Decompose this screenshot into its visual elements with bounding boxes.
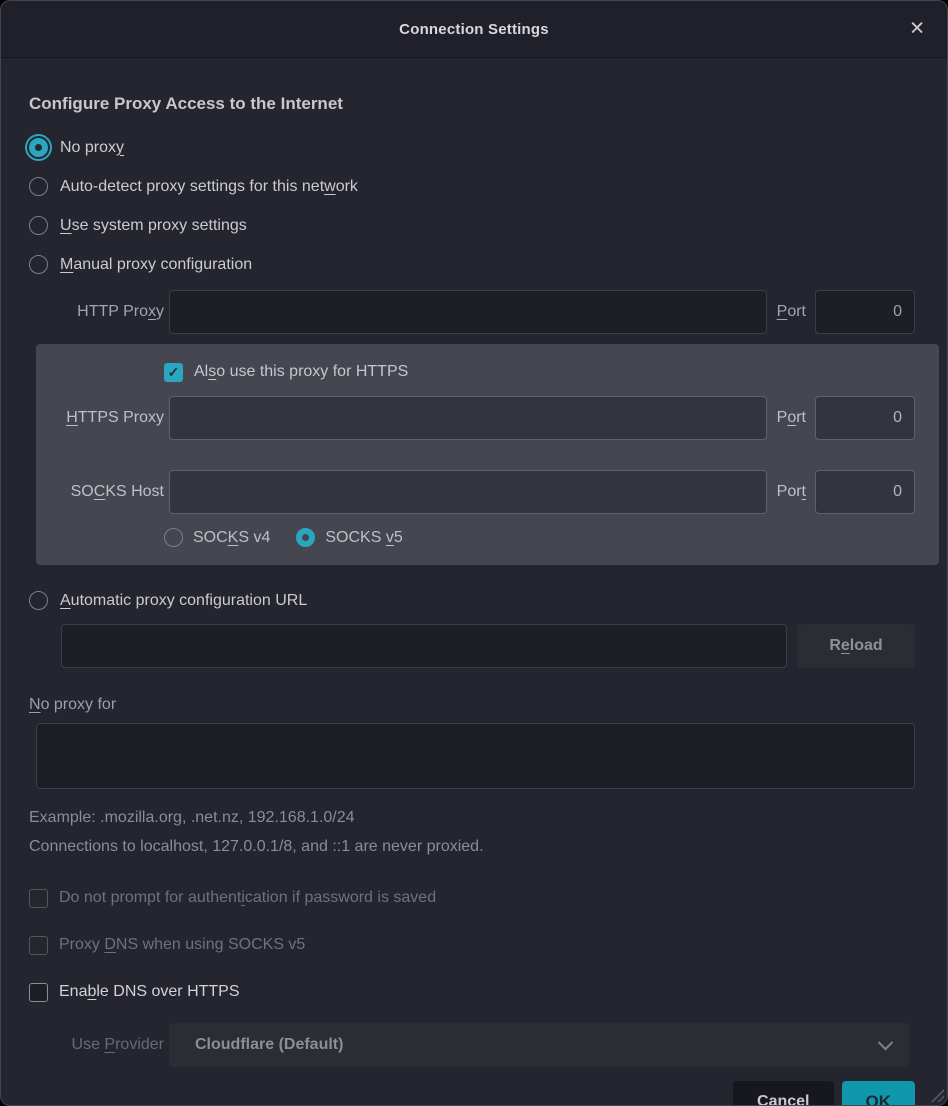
radio-system-proxy[interactable]: [29, 216, 48, 235]
dialog-button-row: Cancel OK: [29, 1081, 915, 1106]
radio-socks-v5[interactable]: [296, 528, 315, 547]
auto-config-url-input[interactable]: [61, 624, 787, 668]
https-proxy-input[interactable]: [169, 396, 767, 440]
socks-host-row: SOCKS Host Port: [36, 470, 915, 514]
socks-port-label: Port: [777, 483, 806, 501]
no-prompt-auth-label: Do not prompt for authentication if pass…: [59, 889, 436, 907]
reload-button[interactable]: Reload: [797, 624, 915, 668]
http-port-input[interactable]: [815, 290, 915, 334]
page-title: Configure Proxy Access to the Internet: [29, 94, 915, 114]
connection-settings-dialog: Connection Settings ✕ Configure Proxy Ac…: [0, 0, 948, 1106]
radio-socks-v4[interactable]: [164, 528, 183, 547]
http-proxy-input[interactable]: [169, 290, 767, 334]
close-icon[interactable]: ✕: [909, 20, 925, 39]
radio-label-socks-v5: SOCKS v5: [325, 529, 402, 547]
radio-row-socks-v4[interactable]: SOCKS v4: [164, 528, 270, 547]
http-proxy-label: HTTP Proxy: [29, 303, 164, 321]
auto-config-url-row: Reload: [61, 624, 915, 668]
radio-auto-detect[interactable]: [29, 177, 48, 196]
http-port-label: Port: [777, 303, 806, 321]
https-port-label: Port: [777, 409, 806, 427]
enable-doh-label: Enable DNS over HTTPS: [59, 983, 240, 1001]
radio-label-socks-v4: SOCKS v4: [193, 529, 270, 547]
options-checkbox-group: Do not prompt for authentication if pass…: [29, 882, 915, 1008]
radio-label-system-proxy: Use system proxy settings: [60, 217, 247, 235]
radio-no-proxy[interactable]: [29, 138, 48, 157]
no-proxy-for-textarea[interactable]: [36, 723, 915, 789]
proxy-dns-socks5-row[interactable]: Proxy DNS when using SOCKS v5: [29, 929, 915, 961]
chevron-down-icon: [878, 1034, 894, 1050]
also-https-checkbox[interactable]: ✓: [164, 363, 183, 382]
radio-row-system-proxy[interactable]: Use system proxy settings: [29, 206, 915, 245]
manual-proxy-highlight-panel: ✓ Also use this proxy for HTTPS HTTPS Pr…: [36, 344, 939, 565]
radio-row-auto-config-url[interactable]: Automatic proxy configuration URL: [29, 581, 915, 620]
proxy-dns-socks5-label: Proxy DNS when using SOCKS v5: [59, 936, 305, 954]
dns-provider-row: Use Provider Cloudflare (Default): [29, 1023, 915, 1067]
ok-button[interactable]: OK: [842, 1081, 916, 1106]
socks-version-row: SOCKS v4 SOCKS v5: [36, 528, 915, 547]
dns-provider-select[interactable]: Cloudflare (Default): [169, 1023, 909, 1067]
no-proxy-for-label: No proxy for: [29, 696, 915, 714]
socks-port-input[interactable]: [815, 470, 915, 514]
no-prompt-auth-row[interactable]: Do not prompt for authentication if pass…: [29, 882, 915, 914]
dialog-title: Connection Settings: [399, 21, 549, 38]
example-note: Example: .mozilla.org, .net.nz, 192.168.…: [29, 809, 915, 827]
dialog-titlebar: Connection Settings ✕: [1, 1, 947, 58]
also-https-label: Also use this proxy for HTTPS: [194, 363, 408, 381]
radio-row-socks-v5[interactable]: SOCKS v5: [296, 528, 402, 547]
never-proxied-note: Connections to localhost, 127.0.0.1/8, a…: [29, 838, 915, 856]
http-proxy-row: HTTP Proxy Port: [29, 290, 915, 334]
https-proxy-row: HTTPS Proxy Port: [36, 396, 915, 440]
radio-label-auto-config-url: Automatic proxy configuration URL: [60, 592, 307, 610]
radio-auto-config-url[interactable]: [29, 591, 48, 610]
radio-label-no-proxy: No proxy: [60, 139, 124, 157]
use-provider-label: Use Provider: [29, 1036, 164, 1054]
dns-provider-value: Cloudflare (Default): [195, 1036, 343, 1054]
radio-label-auto-detect: Auto-detect proxy settings for this netw…: [60, 178, 358, 196]
dialog-content: Configure Proxy Access to the Internet N…: [1, 58, 947, 1106]
radio-label-manual-proxy: Manual proxy configuration: [60, 256, 252, 274]
proxy-dns-socks5-checkbox[interactable]: [29, 936, 48, 955]
also-https-row[interactable]: ✓ Also use this proxy for HTTPS: [36, 356, 915, 388]
socks-host-input[interactable]: [169, 470, 767, 514]
radio-row-auto-detect[interactable]: Auto-detect proxy settings for this netw…: [29, 167, 915, 206]
radio-row-manual-proxy[interactable]: Manual proxy configuration: [29, 245, 915, 284]
https-port-input[interactable]: [815, 396, 915, 440]
radio-manual-proxy[interactable]: [29, 255, 48, 274]
socks-host-label: SOCKS Host: [36, 483, 164, 501]
enable-doh-row[interactable]: Enable DNS over HTTPS: [29, 976, 915, 1008]
enable-doh-checkbox[interactable]: [29, 983, 48, 1002]
no-prompt-auth-checkbox[interactable]: [29, 889, 48, 908]
https-proxy-label: HTTPS Proxy: [36, 409, 164, 427]
cancel-button[interactable]: Cancel: [733, 1081, 833, 1106]
radio-row-no-proxy[interactable]: No proxy: [29, 128, 915, 167]
